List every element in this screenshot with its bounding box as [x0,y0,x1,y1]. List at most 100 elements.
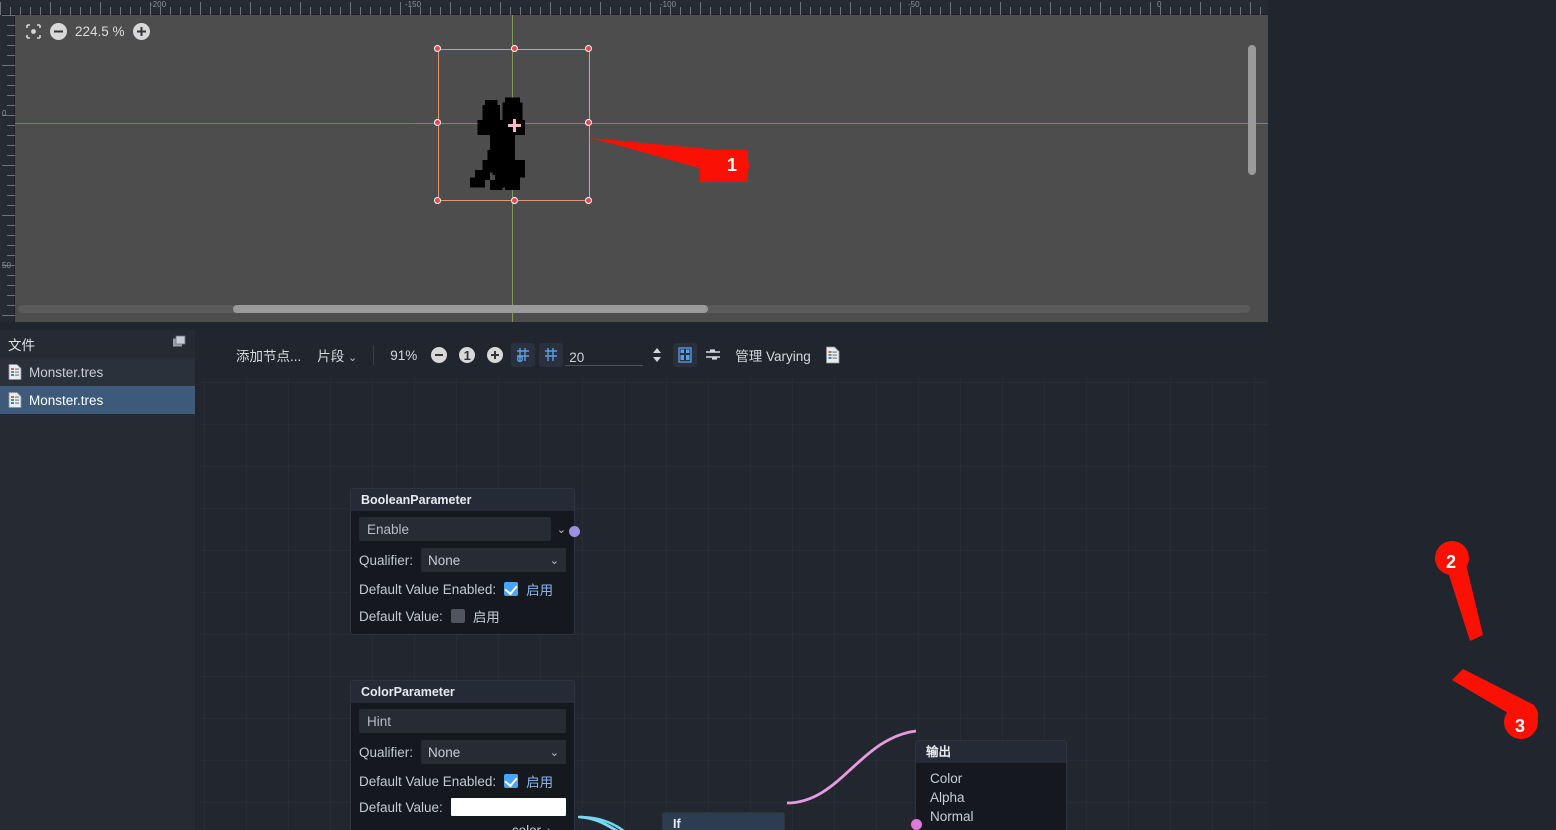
ruler-tick [1210,7,1211,15]
ruler-tick [7,145,15,146]
selection-handle[interactable] [434,197,441,204]
stage-dropdown[interactable]: 片段 ⌄ [309,345,365,365]
ruler-tick [7,135,15,136]
ruler-tick [7,235,15,236]
ruler-tick [1010,7,1011,15]
canvas-drawing-area[interactable] [15,15,1268,322]
output-port[interactable] [569,526,580,537]
list-item[interactable]: Monster.tres [0,358,195,386]
parameter-name-input[interactable] [359,517,551,541]
expand-port-icon[interactable]: › [547,825,551,830]
ruler-tick [830,7,831,15]
ruler-tick [890,7,891,15]
ruler-tick [190,7,191,15]
ruler-label: -150 [405,0,422,9]
node-title: If [663,813,784,830]
ruler-tick [600,2,601,15]
graph-node-output[interactable]: 输出 Color Alpha Normal Normal Map Normal … [911,740,1067,830]
selection-handle[interactable] [585,119,592,126]
add-node-button[interactable]: 添加节点... [228,345,309,365]
default-enabled-checkbox[interactable] [504,582,519,596]
canvas-viewport[interactable]: -200 -150 -100 -50 0 0 50 224.5 % [0,0,1268,322]
ruler-tick [1180,7,1181,15]
default-enabled-checkbox[interactable] [504,774,519,788]
ruler-tick [580,7,581,15]
toolbar-divider [373,345,375,365]
graph-zoom-in-button[interactable] [483,343,507,367]
ruler-tick [1110,7,1111,15]
show-grid-icon[interactable] [539,343,564,367]
qualifier-dropdown[interactable]: None ⌄ [421,548,566,572]
ruler-tick [860,7,861,15]
selection-handle[interactable] [585,45,592,52]
output-port-label-normal: Normal [930,809,974,824]
graph-node-color-parameter[interactable]: ColorParameter Qualifier: None ⌄ Default… [350,680,575,830]
graph-node-boolean-parameter[interactable]: BooleanParameter ⌄ Qualifier: None ⌄ [350,488,580,635]
zoom-level-label[interactable]: 224.5 % [75,24,125,39]
ruler-tick [480,7,481,15]
canvas-vscrollbar[interactable] [1248,45,1256,175]
files-panel: 文件 Monster.tres Monster.tres [0,330,195,830]
node-title: ColorParameter [351,681,574,703]
ruler-tick [430,7,431,15]
ruler-tick [7,225,15,226]
ruler-tick [1190,7,1191,15]
ruler-tick [10,7,11,15]
ruler-tick [640,7,641,15]
ruler-label: -100 [660,0,677,9]
ruler-tick [290,7,291,15]
graph-node-if[interactable]: If a result › ⌄ 1 b [662,812,785,830]
ruler-tick [1130,7,1131,15]
manage-varying-button[interactable]: 管理 Varying [727,345,819,365]
resource-file-icon [8,392,22,408]
snap-to-grid-icon[interactable] [511,343,536,367]
graph-zoom-reset-button[interactable]: 1 [455,343,479,367]
selection-handle[interactable] [434,119,441,126]
default-value-color-swatch[interactable] [450,798,566,816]
ruler-tick [1260,7,1261,15]
canvas-hscrollbar[interactable] [233,305,708,313]
graph-canvas[interactable]: BooleanParameter ⌄ Qualifier: None ⌄ [200,378,1268,830]
grid-pattern-icon[interactable] [673,343,698,367]
sprite-preview [470,97,525,190]
ruler-tick [230,7,231,15]
ruler-tick [690,7,691,15]
ruler-tick [1080,7,1081,15]
zoom-out-button[interactable] [50,22,67,40]
ruler-tick [540,7,541,15]
zoom-in-button[interactable] [132,22,150,40]
list-item-label: Monster.tres [29,364,104,380]
ruler-tick [730,7,731,15]
ruler-tick [380,7,381,15]
chevron-down-icon: ⌄ [549,746,559,759]
duplicate-icon[interactable] [172,335,187,353]
ruler-tick [1170,7,1171,15]
ruler-tick [1150,2,1151,15]
ruler-tick [340,7,341,15]
default-value-checkbox[interactable] [450,609,465,623]
selection-handle[interactable] [434,45,441,52]
graph-zoom-label[interactable]: 91% [382,348,425,363]
ruler-tick [7,175,15,176]
selection-handle[interactable] [585,197,592,204]
ruler-tick [560,7,561,15]
qualifier-dropdown[interactable]: None ⌄ [421,740,566,764]
ruler-tick [300,2,301,15]
ruler-label: -50 [908,0,920,9]
grid-step-input[interactable]: 20 [565,344,644,366]
selection-handle[interactable] [511,197,518,204]
ruler-label: 50 [2,261,11,270]
ruler-tick [2,65,15,66]
focus-selection-icon[interactable] [25,23,42,40]
spinner-arrows-icon[interactable] [645,343,669,367]
selection-handle[interactable] [511,45,518,52]
input-port-color[interactable] [911,819,922,830]
ruler-tick [90,7,91,15]
graph-zoom-out-button[interactable] [427,343,451,367]
list-item[interactable]: Monster.tres [0,386,195,414]
ruler-tick [210,7,211,15]
parameter-name-input[interactable] [359,709,566,733]
ruler-tick [740,7,741,15]
minimap-toggle-icon[interactable] [701,343,725,367]
shader-file-icon[interactable] [821,343,845,367]
